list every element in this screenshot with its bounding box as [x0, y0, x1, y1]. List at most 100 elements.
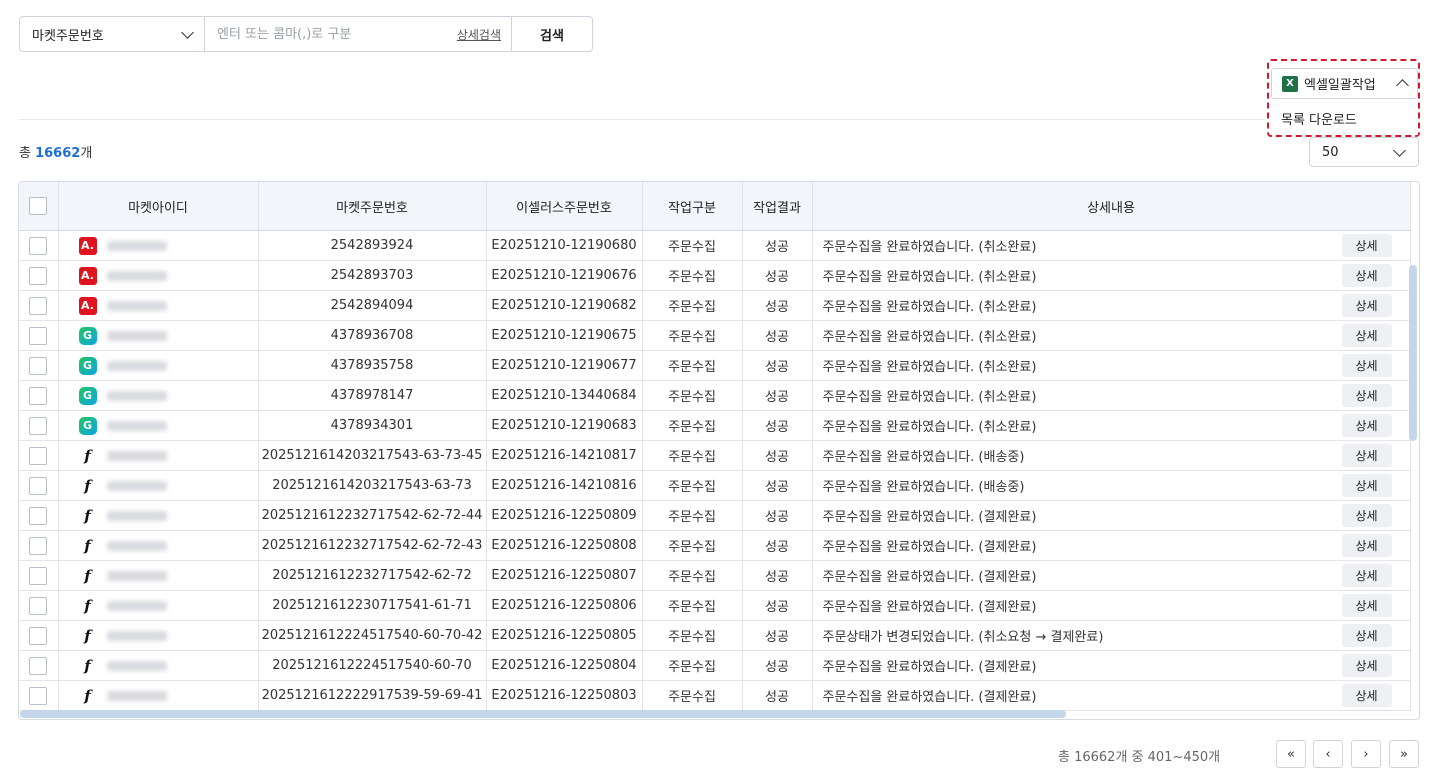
total-count: 총 16662개: [19, 146, 93, 161]
row-checkbox[interactable]: [29, 506, 48, 525]
market-a-icon: A.: [78, 236, 97, 255]
detail-button[interactable]: 상세: [1341, 234, 1392, 257]
row-checkbox[interactable]: [29, 656, 48, 675]
excel-bulk-button[interactable]: X 엑셀일괄작업: [1271, 68, 1418, 99]
detail-button[interactable]: 상세: [1341, 564, 1392, 587]
row-select-cell[interactable]: [19, 560, 59, 591]
esellers-order-cell: E20251216-12250809: [486, 500, 643, 531]
row-checkbox[interactable]: [29, 446, 48, 465]
select-all-checkbox[interactable]: [29, 197, 48, 215]
detail-button[interactable]: 상세: [1341, 504, 1392, 527]
detail-cell: 주문상태가 변경되었습니다. (취소요청 → 결제완료) 상세: [812, 620, 1411, 651]
row-select-cell[interactable]: [19, 290, 59, 321]
table-row: f 2025121612232717542-62-72-43 E20251216-1…: [19, 530, 1411, 561]
row-checkbox[interactable]: [29, 326, 48, 345]
row-checkbox[interactable]: [29, 476, 48, 495]
row-checkbox[interactable]: [29, 356, 48, 375]
market-id-cell: f: [58, 500, 259, 531]
row-checkbox[interactable]: [29, 686, 48, 705]
detail-button[interactable]: 상세: [1341, 534, 1392, 557]
detail-button[interactable]: 상세: [1341, 324, 1392, 347]
row-select-cell[interactable]: [19, 530, 59, 561]
search-field-select[interactable]: 마켓주문번호: [20, 17, 205, 51]
market-id-redacted: [106, 360, 167, 371]
row-select-cell[interactable]: [19, 470, 59, 501]
row-checkbox[interactable]: [29, 416, 48, 435]
row-select-cell[interactable]: [19, 500, 59, 531]
market-order-cell: 2025121612224517540-60-70-42: [258, 620, 487, 651]
detail-button[interactable]: 상세: [1341, 414, 1392, 437]
market-id-cell: G: [58, 320, 259, 351]
market-f-icon: f: [84, 596, 91, 615]
task-type-cell: 주문수집: [642, 560, 743, 591]
detail-button[interactable]: 상세: [1341, 624, 1392, 647]
header-detail: 상세내용: [812, 182, 1411, 231]
row-checkbox[interactable]: [29, 386, 48, 405]
row-checkbox[interactable]: [29, 596, 48, 615]
row-select-cell[interactable]: [19, 680, 59, 711]
row-select-cell[interactable]: [19, 320, 59, 351]
detail-button[interactable]: 상세: [1341, 594, 1392, 617]
search-button[interactable]: 검색: [511, 17, 592, 51]
detail-text: 주문수집을 완료하였습니다. (결제완료): [822, 600, 1037, 615]
market-id-cell: G: [58, 410, 259, 441]
first-page-button[interactable]: «: [1276, 740, 1306, 768]
detail-button[interactable]: 상세: [1341, 294, 1392, 317]
detail-button[interactable]: 상세: [1341, 354, 1392, 377]
row-select-cell[interactable]: [19, 350, 59, 381]
row-select-cell[interactable]: [19, 230, 59, 261]
row-checkbox[interactable]: [29, 236, 48, 255]
row-checkbox[interactable]: [29, 536, 48, 555]
market-order-cell: 4378978147: [258, 380, 487, 411]
vertical-scrollbar[interactable]: [1409, 265, 1417, 441]
last-page-button[interactable]: »: [1389, 740, 1419, 768]
divider: [19, 119, 1264, 120]
detail-button[interactable]: 상세: [1341, 384, 1392, 407]
task-result-cell: 성공: [742, 560, 813, 591]
row-select-cell[interactable]: [19, 440, 59, 471]
task-type-cell: 주문수집: [642, 320, 743, 351]
market-id-redacted: [106, 420, 167, 431]
detail-button[interactable]: 상세: [1341, 654, 1392, 677]
row-select-cell[interactable]: [19, 620, 59, 651]
next-page-button[interactable]: ›: [1351, 740, 1381, 768]
row-checkbox[interactable]: [29, 266, 48, 285]
page-size-value: 50: [1322, 144, 1339, 160]
detail-button[interactable]: 상세: [1341, 474, 1392, 497]
market-f-icon: f: [84, 686, 91, 705]
detail-button[interactable]: 상세: [1341, 684, 1392, 707]
market-id-redacted: [106, 240, 167, 251]
detail-text: 주문수집을 완료하였습니다. (취소완료): [822, 330, 1037, 345]
market-id-redacted: [106, 600, 167, 611]
prev-page-button[interactable]: ‹: [1313, 740, 1343, 768]
advanced-search-link[interactable]: 상세검색: [457, 26, 501, 43]
market-id-cell: f: [58, 590, 259, 621]
detail-cell: 주문수집을 완료하였습니다. (결제완료) 상세: [812, 590, 1411, 621]
row-select-cell[interactable]: [19, 260, 59, 291]
market-order-cell: 2542893703: [258, 260, 487, 291]
task-type-cell: 주문수집: [642, 530, 743, 561]
menu-item-list-download[interactable]: 목록 다운로드: [1271, 101, 1418, 135]
row-checkbox[interactable]: [29, 566, 48, 585]
market-id-cell: f: [58, 680, 259, 711]
row-select-cell[interactable]: [19, 590, 59, 621]
table-row: A. 2542893703 E20251210-12190676 주문수집 성공 주문수집…: [19, 260, 1411, 291]
detail-button[interactable]: 상세: [1341, 264, 1392, 287]
market-f-icon: f: [84, 506, 91, 525]
page-size-select[interactable]: 50: [1309, 137, 1419, 167]
row-select-cell[interactable]: [19, 650, 59, 681]
market-id-cell: A.: [58, 260, 259, 291]
row-select-cell[interactable]: [19, 380, 59, 411]
row-checkbox[interactable]: [29, 626, 48, 645]
row-checkbox[interactable]: [29, 296, 48, 315]
row-select-cell[interactable]: [19, 410, 59, 441]
table-row: f 2025121612222917539-59-69-41 E20251216-1…: [19, 680, 1411, 711]
task-type-cell: 주문수집: [642, 230, 743, 261]
detail-button[interactable]: 상세: [1341, 444, 1392, 467]
header-market-order: 마켓주문번호: [258, 182, 487, 231]
search-input[interactable]: [205, 17, 457, 51]
esellers-order-cell: E20251210-13440684: [486, 380, 643, 411]
horizontal-scrollbar[interactable]: [20, 710, 1066, 718]
market-id-cell: f: [58, 650, 259, 681]
header-select-all[interactable]: [19, 182, 59, 231]
